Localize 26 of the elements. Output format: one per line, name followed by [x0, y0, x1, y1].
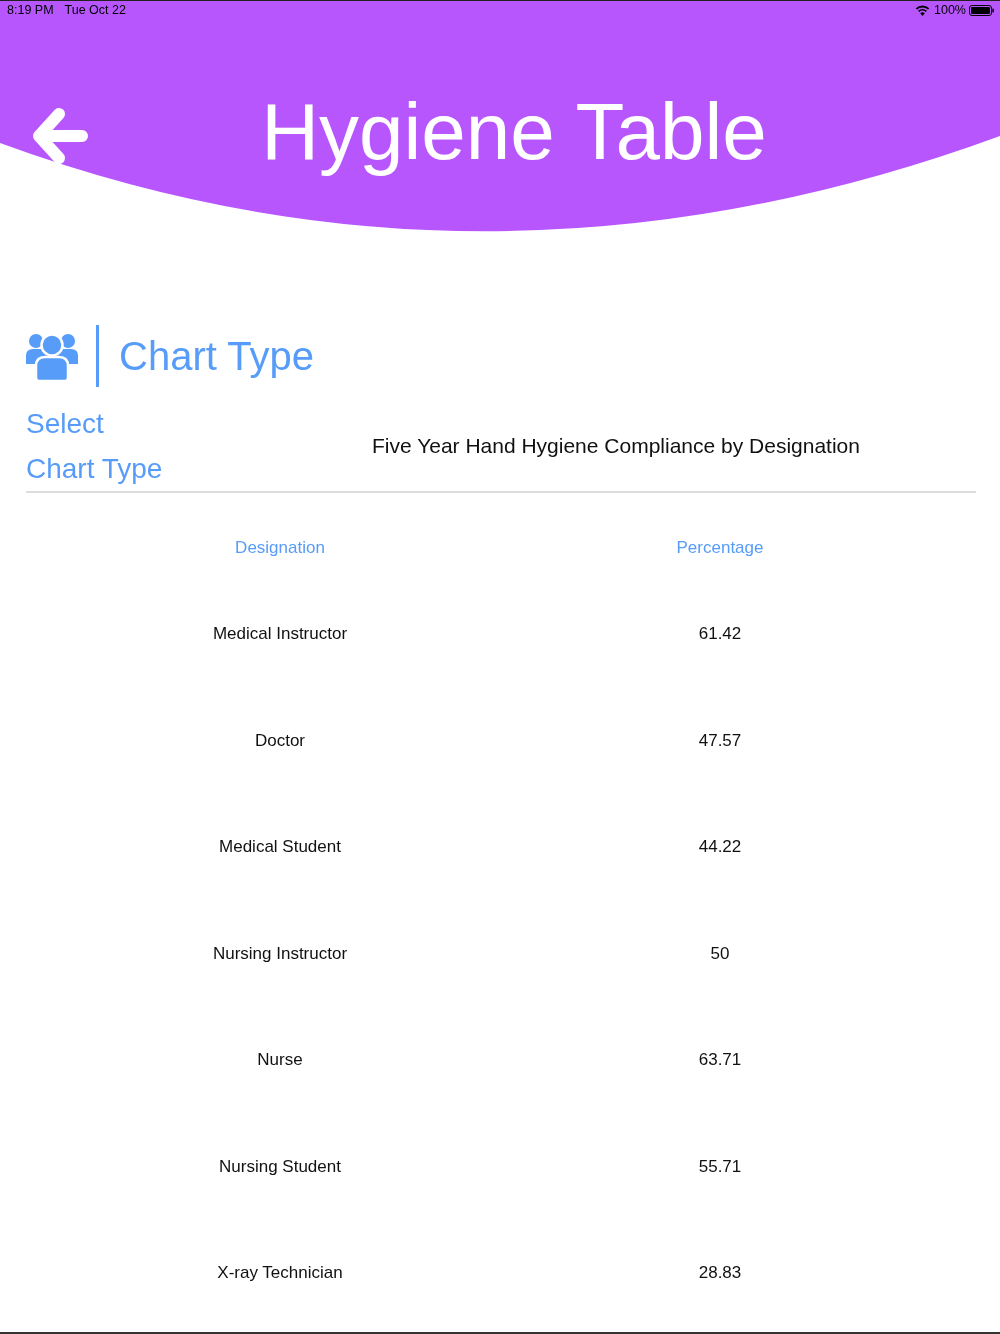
back-button[interactable]	[32, 107, 88, 165]
table-cell: Nurse	[257, 1050, 303, 1071]
table-cell: Nursing Instructor	[212, 943, 348, 964]
table-cell: 28.83	[698, 1263, 742, 1284]
chart-title: Five Year Hand Hygiene Compliance by Designation	[372, 433, 860, 459]
chart-type-picker[interactable]: Select Chart Type	[26, 401, 176, 491]
back-arrow-icon	[32, 107, 88, 165]
column-header: Percentage	[676, 538, 764, 558]
table-cell: 55.71	[698, 1156, 742, 1177]
table-cell: Nursing Student	[219, 1156, 341, 1177]
table-cell: 50	[710, 943, 730, 964]
battery-icon	[969, 5, 994, 16]
table-cell: Doctor	[254, 730, 306, 751]
battery-percentage: 100%	[934, 3, 966, 18]
status-time: 8:19 PM	[7, 3, 54, 18]
table-cell: 63.71	[698, 1050, 742, 1071]
table-cell: Medical Instructor	[212, 624, 348, 645]
table-cell: 61.42	[698, 624, 742, 645]
section-title: Chart Type	[119, 333, 314, 380]
table-cell: 47.57	[698, 730, 742, 751]
wifi-icon	[915, 5, 930, 16]
table-cell: 44.22	[698, 837, 742, 858]
status-date: Tue Oct 22	[64, 3, 126, 18]
table-cell: Medical Student	[219, 837, 341, 858]
table-cell: X-ray Technician	[217, 1263, 343, 1284]
column-header: Designation	[235, 538, 325, 558]
